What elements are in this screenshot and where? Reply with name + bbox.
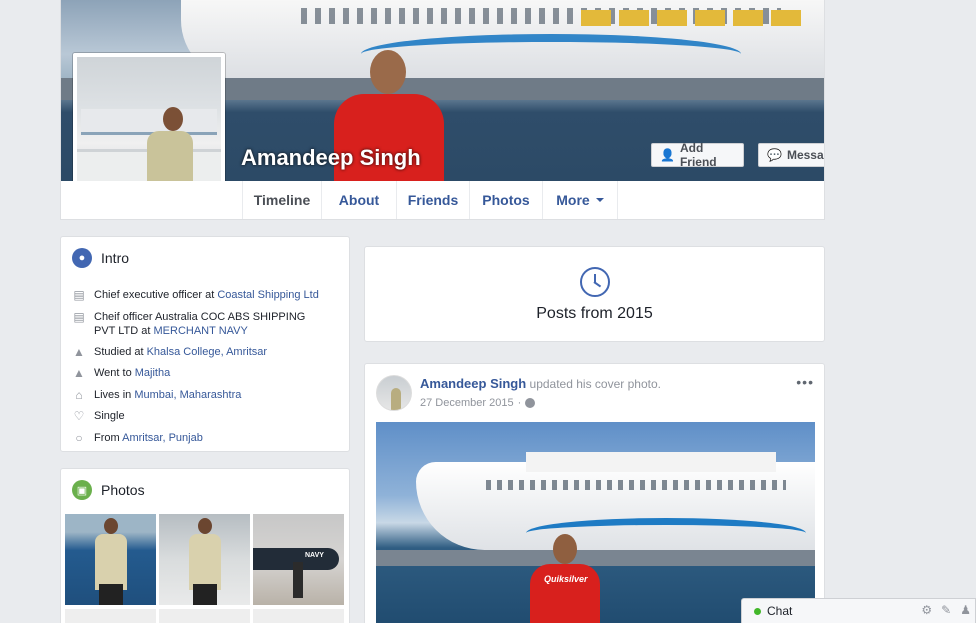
intro-item-text: Lives in bbox=[94, 389, 135, 401]
photo-thumbnail[interactable] bbox=[65, 514, 156, 605]
briefcase-icon: ▤ bbox=[73, 310, 85, 324]
intro-item-text: Studied at bbox=[94, 346, 147, 358]
intro-item-work: ▤ Chief executive officer at Coastal Shi… bbox=[72, 288, 324, 302]
chat-bar[interactable]: Chat ⚙ ✎ ♟ bbox=[741, 598, 976, 623]
post-author[interactable]: Amandeep Singh bbox=[420, 376, 526, 391]
add-friend-label: Add Friend bbox=[679, 141, 717, 169]
intro-item-lives-in: ⌂ Lives in Mumbai, Maharashtra bbox=[72, 388, 324, 402]
briefcase-icon: ▤ bbox=[73, 288, 85, 302]
profile-name[interactable]: Amandeep Singh bbox=[241, 145, 421, 171]
profile-tab-bar: Timeline About Friends Photos More bbox=[60, 181, 825, 220]
photo-thumbnail[interactable] bbox=[159, 609, 250, 623]
photo-thumbnail[interactable] bbox=[65, 609, 156, 623]
intro-item-from: ○ From Amritsar, Punjab bbox=[72, 431, 324, 445]
globe-icon: ● bbox=[72, 248, 92, 268]
graduation-cap-icon: ▲ bbox=[73, 366, 85, 380]
location-pin-icon: ○ bbox=[75, 431, 83, 445]
post-separator: · bbox=[517, 397, 522, 409]
avatar[interactable] bbox=[376, 375, 412, 411]
posts-from-title: Posts from 2015 bbox=[536, 305, 653, 322]
globe-icon[interactable] bbox=[525, 398, 536, 408]
post-options-button[interactable]: ••• bbox=[796, 374, 814, 390]
intro-item-text: Chief executive officer at bbox=[94, 289, 218, 301]
post-meta: 27 December 2015 · bbox=[420, 397, 536, 409]
clock-icon bbox=[580, 267, 610, 297]
intro-item-link[interactable]: Majitha bbox=[135, 367, 170, 379]
compose-icon[interactable]: ✎ bbox=[941, 603, 951, 617]
caret-down-icon bbox=[595, 198, 604, 202]
photos-header: ▣ Photos bbox=[72, 480, 145, 500]
intro-item-link[interactable]: Khalsa College, Amritsar bbox=[147, 346, 267, 358]
photo-icon: ▣ bbox=[72, 480, 92, 500]
intro-item-education: ▲ Studied at Khalsa College, Amritsar bbox=[72, 345, 324, 359]
photos-title[interactable]: Photos bbox=[101, 482, 145, 498]
photo-thumbnail[interactable]: NAVY bbox=[253, 514, 344, 605]
post-action: updated his cover photo. bbox=[529, 377, 661, 391]
graduation-cap-icon: ▲ bbox=[73, 345, 85, 359]
post-card: Amandeep Singh updated his cover photo. … bbox=[364, 363, 825, 623]
tab-timeline[interactable]: Timeline bbox=[242, 181, 322, 219]
intro-item-text: Single bbox=[94, 410, 125, 422]
messenger-icon: 💬 bbox=[767, 148, 782, 162]
chat-label: Chat bbox=[767, 604, 793, 618]
tab-more-label: More bbox=[556, 192, 590, 208]
intro-item-link[interactable]: Amritsar, Punjab bbox=[122, 432, 203, 444]
online-status-icon bbox=[754, 607, 761, 615]
add-friend-button[interactable]: 👤 Add Friend bbox=[651, 141, 744, 169]
message-button[interactable]: 💬 Message bbox=[758, 143, 824, 167]
tab-more[interactable]: More bbox=[543, 181, 618, 219]
intro-item-text: Went to bbox=[94, 367, 135, 379]
intro-item-work-2: ▤ Cheif officer Australia COC ABS SHIPPI… bbox=[72, 310, 324, 338]
group-icon[interactable]: ♟ bbox=[960, 603, 971, 617]
gear-icon[interactable]: ⚙ bbox=[921, 603, 932, 617]
shirt-logo: Quiksilver bbox=[544, 574, 588, 584]
home-icon: ⌂ bbox=[75, 388, 83, 402]
photo-thumbnail[interactable] bbox=[253, 609, 344, 623]
intro-item-text: From bbox=[94, 432, 123, 444]
intro-card: ● Intro ▤ Chief executive officer at Coa… bbox=[60, 236, 350, 452]
intro-item-link[interactable]: Mumbai, Maharashtra bbox=[134, 389, 241, 401]
add-friend-icon: 👤 bbox=[660, 148, 675, 162]
cover-lifeboats bbox=[581, 10, 801, 26]
intro-header: ● Intro bbox=[72, 248, 129, 268]
helicopter-label: NAVY bbox=[305, 552, 324, 559]
tab-photos[interactable]: Photos bbox=[470, 181, 543, 219]
tab-about[interactable]: About bbox=[322, 181, 397, 219]
intro-item-school: ▲ Went to Majitha bbox=[72, 366, 324, 380]
photo-thumbnail[interactable] bbox=[159, 514, 250, 605]
chat-tools: ⚙ ✎ ♟ bbox=[921, 603, 971, 617]
tab-friends[interactable]: Friends bbox=[397, 181, 470, 219]
intro-item-relationship: ♡ Single bbox=[72, 409, 324, 423]
message-label: Message bbox=[786, 148, 824, 162]
post-date[interactable]: 27 December 2015 bbox=[420, 397, 514, 409]
intro-item-link[interactable]: Coastal Shipping Ltd bbox=[217, 289, 319, 301]
intro-title: Intro bbox=[101, 250, 130, 266]
heart-icon: ♡ bbox=[73, 409, 85, 423]
intro-item-link[interactable]: MERCHANT NAVY bbox=[154, 325, 248, 337]
post-header: Amandeep Singh updated his cover photo. bbox=[420, 376, 661, 391]
posts-from-card: Posts from 2015 bbox=[364, 246, 825, 342]
photos-card: ▣ Photos NAVY bbox=[60, 468, 350, 623]
post-image[interactable]: Quiksilver bbox=[376, 422, 815, 623]
